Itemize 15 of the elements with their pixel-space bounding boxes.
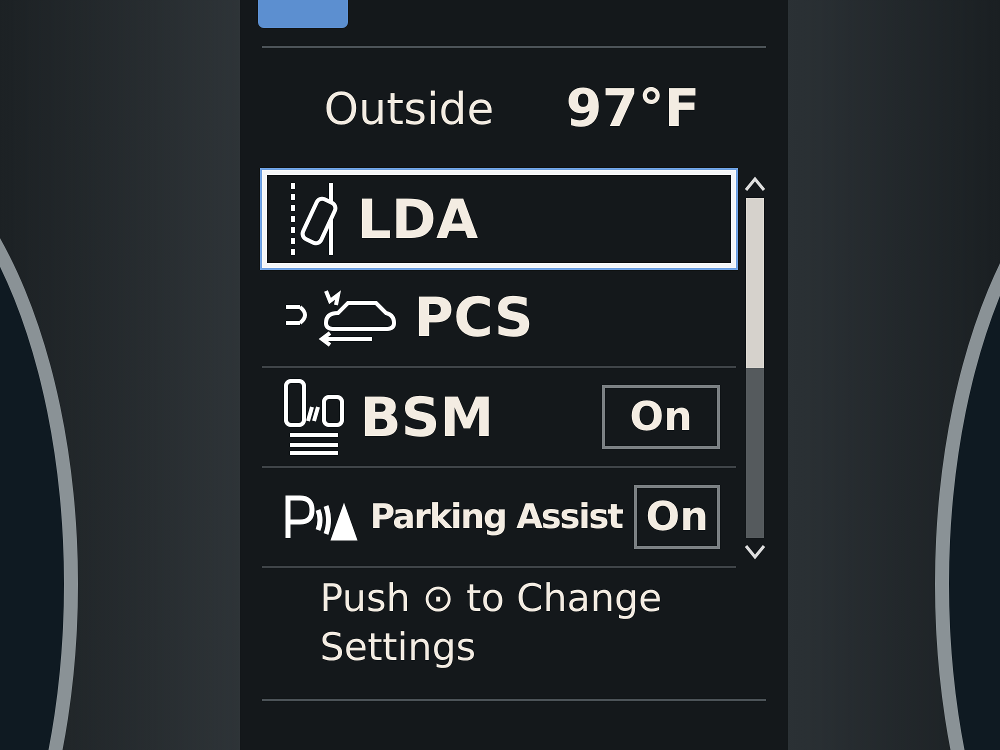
setting-label: Parking Assist	[370, 497, 622, 537]
setting-row[interactable]: PCS	[262, 268, 736, 368]
setting-value: On	[634, 485, 720, 549]
setting-row[interactable]: BSM On	[262, 368, 736, 468]
instruction-text: Push ⊙ to Change Settings	[320, 575, 663, 672]
temperature-reading: 97°F	[566, 79, 700, 139]
scroll-down-icon	[744, 544, 766, 560]
setting-value: On	[602, 385, 720, 449]
setting-label: BSM	[360, 386, 495, 448]
setting-label: PCS	[414, 286, 534, 348]
outside-label: Outside	[324, 84, 494, 134]
setting-label: LDA	[357, 188, 480, 250]
setting-row[interactable]: LDA	[262, 170, 736, 268]
setting-row[interactable]: Parking Assist On	[262, 468, 736, 568]
scroll-up-icon	[744, 176, 766, 192]
